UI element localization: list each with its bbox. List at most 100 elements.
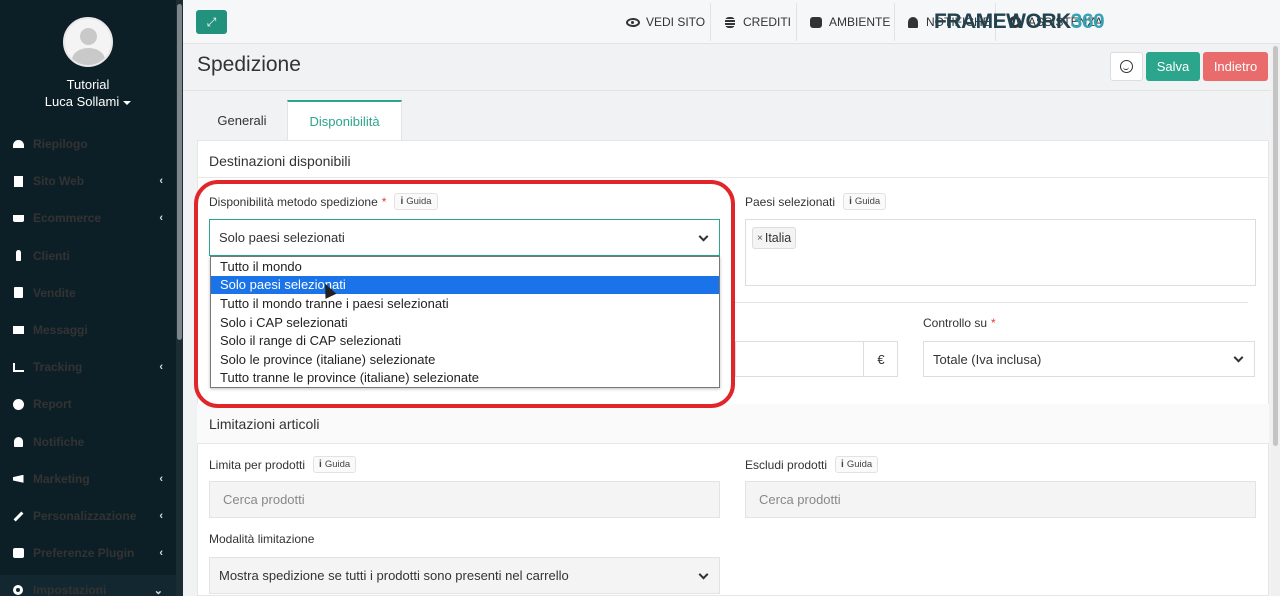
limit-field-label: Limita per prodotti i Guida: [209, 456, 357, 473]
dashboard-icon: [12, 138, 24, 150]
topbar-divider: [710, 3, 711, 41]
sidebar-item-tracking[interactable]: Tracking ‹: [0, 352, 176, 382]
exclude-guide-button[interactable]: i Guida: [835, 456, 879, 473]
environment-link[interactable]: AMBIENTE: [809, 15, 890, 29]
bell-icon: [12, 436, 24, 448]
chevron-left-icon: ‹: [159, 510, 163, 522]
remove-tag-icon[interactable]: ×: [757, 233, 763, 244]
required-mark: *: [991, 316, 996, 330]
countries-tag-input[interactable]: × Italia: [745, 219, 1256, 286]
currency-addon: €: [863, 341, 898, 377]
credits-label: CREDITI: [743, 15, 791, 29]
sidebar-item-label: Tracking: [33, 360, 83, 375]
brand-accent: 360: [1070, 10, 1105, 33]
chevron-down-icon: [698, 569, 709, 580]
page-scrollbar-thumb[interactable]: [1273, 46, 1278, 446]
expand-icon: ⤢: [206, 14, 217, 29]
limitations-card-header: [197, 404, 1269, 444]
limitations-title: Limitazioni articoli: [209, 416, 320, 432]
avatar: [63, 17, 113, 67]
bell-icon: [908, 16, 918, 28]
bullhorn-icon: [12, 473, 24, 485]
chevron-left-icon: ‹: [159, 175, 163, 188]
sidebar-item-report[interactable]: Report: [0, 389, 176, 419]
sidebar-item-label: Report: [33, 397, 72, 412]
guide-label: Guida: [846, 459, 873, 470]
page-title: Spedizione: [197, 53, 301, 76]
mode-label-text: Modalità limitazione: [209, 532, 315, 546]
countries-guide-button[interactable]: i Guida: [843, 193, 887, 210]
destinations-title: Destinazioni disponibili: [209, 153, 351, 169]
cart-icon: [12, 212, 24, 224]
limit-label-text: Limita per prodotti: [209, 457, 306, 472]
brand-main: FRAMEWORK: [934, 10, 1071, 33]
guide-label: Guida: [324, 459, 351, 470]
exclude-field-label: Escludi prodotti i Guida: [745, 456, 879, 473]
brand-logo[interactable]: FRAMEWORK360: [934, 10, 1105, 34]
sidebar-item-vendite[interactable]: Vendite: [0, 278, 176, 308]
exclude-label-text: Escludi prodotti: [745, 457, 828, 472]
view-site-label: VEDI SITO: [646, 15, 706, 29]
smiley-icon: [1120, 60, 1133, 73]
emoji-button[interactable]: [1110, 52, 1143, 81]
sidebar-item-label: Preferenze Plugin: [33, 546, 135, 561]
back-button[interactable]: Indietro: [1203, 52, 1268, 81]
caret-down-icon: [123, 100, 132, 105]
sidebar-item-clienti[interactable]: Clienti: [0, 241, 176, 271]
info-icon: i: [841, 459, 844, 470]
cubes-icon: [12, 547, 24, 559]
country-tag-label: Italia: [764, 231, 792, 245]
chevron-left-icon: ‹: [159, 361, 163, 374]
info-icon: i: [849, 196, 852, 207]
section-divider: [733, 302, 1248, 303]
eye-icon: [626, 17, 640, 27]
user-role: Tutorial: [66, 77, 110, 92]
brush-icon: [12, 510, 24, 522]
save-button[interactable]: Salva: [1146, 52, 1200, 81]
sidebar-item-impostazioni[interactable]: Impostazioni ⌄: [0, 575, 176, 596]
user-menu[interactable]: Luca Sollami: [0, 94, 176, 109]
sidebar-item-messaggi[interactable]: Messaggi: [0, 315, 176, 345]
view-site-link[interactable]: VEDI SITO: [626, 15, 705, 29]
exclude-products-input[interactable]: Cerca prodotti: [745, 481, 1256, 518]
control-select[interactable]: Totale (Iva inclusa): [923, 341, 1255, 377]
credits-link[interactable]: CREDITI: [723, 15, 791, 29]
sidebar-item-preferenze-plugin[interactable]: Preferenze Plugin ‹: [0, 538, 176, 568]
annotation-highlight: [194, 180, 735, 408]
user-name: Luca Sollami: [44, 94, 120, 109]
sidebar-item-personalizzazione[interactable]: Personalizzazione ‹: [0, 501, 176, 531]
limit-mode-select[interactable]: Mostra spedizione se tutti i prodotti so…: [209, 557, 720, 594]
tab-general[interactable]: Generali: [197, 100, 287, 140]
calculator-icon: [12, 287, 24, 299]
chevron-down-icon: ⌄: [153, 584, 163, 596]
sidebar-item-label: Messaggi: [33, 323, 88, 337]
tab-availability[interactable]: Disponibilità: [287, 100, 402, 140]
sidebar-item-label: Clienti: [33, 248, 70, 263]
file-icon: [12, 175, 24, 187]
guide-label: Guida: [854, 196, 881, 207]
mode-field-label: Modalità limitazione: [209, 532, 314, 546]
country-tag[interactable]: × Italia: [752, 227, 797, 249]
control-label-text: Controllo su: [923, 316, 988, 330]
countries-field-label: Paesi selezionati i Guida: [745, 193, 887, 210]
limit-products-input[interactable]: Cerca prodotti: [209, 481, 720, 518]
limit-guide-button[interactable]: i Guida: [313, 456, 357, 473]
sidebar-item-label: Impostazioni: [33, 583, 107, 596]
person-icon: [12, 250, 24, 262]
chevron-down-icon: [1233, 352, 1244, 363]
sidebar-item-notifiche[interactable]: Notifiche: [0, 427, 176, 457]
limit-mode-value: Mostra spedizione se tutti i prodotti so…: [219, 568, 569, 583]
header-divider: [183, 90, 1280, 91]
topbar-divider: [894, 3, 895, 41]
sidebar-item-sito-web[interactable]: Sito Web ‹: [0, 166, 176, 196]
chevron-left-icon: ‹: [159, 547, 163, 560]
expand-button[interactable]: ⤢: [196, 10, 227, 34]
destinations-card-header: [197, 140, 1269, 178]
coins-icon: [725, 16, 735, 28]
sidebar-item-marketing[interactable]: Marketing ‹: [0, 464, 176, 494]
sidebar-item-riepilogo[interactable]: Riepilogo: [0, 129, 176, 159]
sidebar-scrollbar-thumb[interactable]: [177, 4, 182, 340]
cubes-icon: [810, 16, 822, 28]
sidebar-item-ecommerce[interactable]: Ecommerce ‹: [0, 203, 176, 233]
topbar-divider: [796, 3, 797, 41]
